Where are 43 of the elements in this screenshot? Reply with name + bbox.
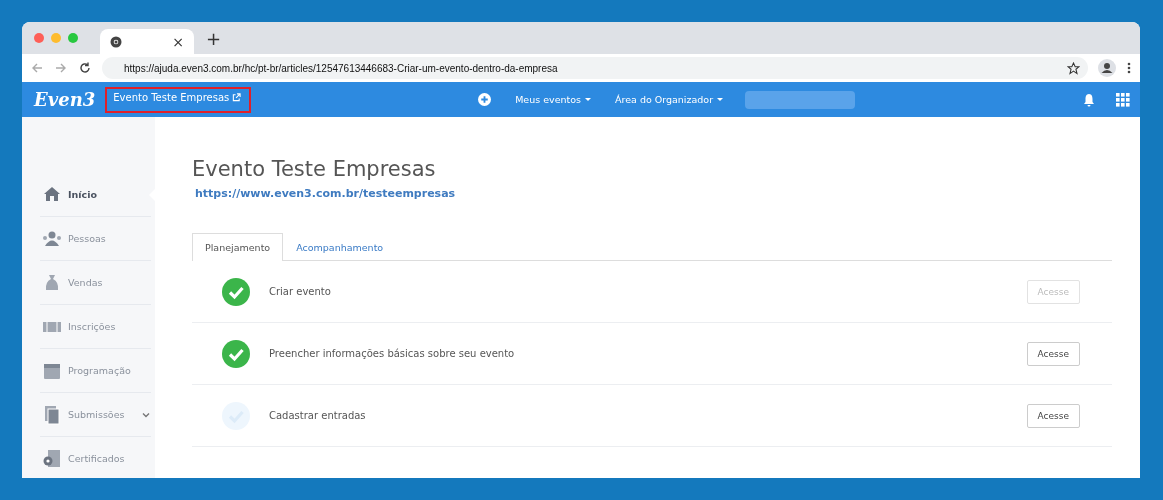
sidebar-item[interactable]: Programação xyxy=(40,349,151,393)
new-tab-button[interactable]: + xyxy=(206,27,222,49)
profile-icon[interactable] xyxy=(1098,59,1116,77)
event-link[interactable]: Evento Teste Empresas xyxy=(113,91,242,103)
step-label: Cadastrar entradas xyxy=(269,410,367,421)
sidebar-item[interactable]: Pessoas xyxy=(40,217,151,261)
caret-icon xyxy=(585,98,592,101)
logo[interactable]: Even3 xyxy=(34,89,96,110)
event-url-link[interactable]: https://www.even3.com.br/testeempresas xyxy=(195,187,456,200)
close-tab-button[interactable]: × xyxy=(172,33,184,50)
bell-icon[interactable] xyxy=(1082,92,1096,107)
sidebar-item[interactable]: Vendas xyxy=(40,261,151,305)
event-title: Evento Teste Empresas xyxy=(192,157,437,181)
maximize-window-dot[interactable] xyxy=(68,33,78,43)
tab[interactable]: Acompanhamento xyxy=(283,233,397,261)
sidebar-item[interactable]: Submissões xyxy=(40,393,151,437)
reload-icon[interactable] xyxy=(78,61,92,75)
access-button[interactable]: Acesse xyxy=(1026,341,1080,366)
access-button[interactable]: Acesse xyxy=(1026,403,1080,428)
nav-menu[interactable]: Área do Organizador xyxy=(615,94,724,105)
menu-icon[interactable] xyxy=(1126,61,1132,75)
minimize-window-dot[interactable] xyxy=(51,33,61,43)
browser-logo-icon xyxy=(110,35,122,48)
step-label: Preencher informações básicas sobre seu evento xyxy=(269,348,516,359)
step-label: Criar evento xyxy=(269,286,332,297)
sidebar-item[interactable]: Inscrições xyxy=(40,305,151,349)
back-icon[interactable] xyxy=(30,61,44,75)
add-icon[interactable] xyxy=(478,93,492,106)
forward-icon[interactable] xyxy=(54,61,68,75)
sidebar-item-icon xyxy=(42,448,62,469)
close-window-dot[interactable] xyxy=(34,33,44,43)
tab[interactable]: Planejamento xyxy=(192,233,284,261)
address-bar[interactable]: https://ajuda.even3.com.br/hc/pt-br/articles/12547613446683-Criar-um-evento-dentro-da-empresa xyxy=(102,57,1088,79)
star-icon[interactable] xyxy=(1067,61,1080,75)
apps-grid-icon[interactable] xyxy=(1116,92,1130,107)
chevron-icon[interactable] xyxy=(142,410,151,419)
browser-tab[interactable]: × xyxy=(100,29,194,54)
sidebar-item-icon xyxy=(42,404,62,425)
sidebar-item[interactable]: Certificados xyxy=(40,437,151,478)
sidebar-item[interactable]: Início xyxy=(40,173,151,217)
external-link-icon xyxy=(232,92,242,102)
nav-menu[interactable]: Meus eventos xyxy=(515,94,592,105)
caret-icon xyxy=(717,98,724,101)
